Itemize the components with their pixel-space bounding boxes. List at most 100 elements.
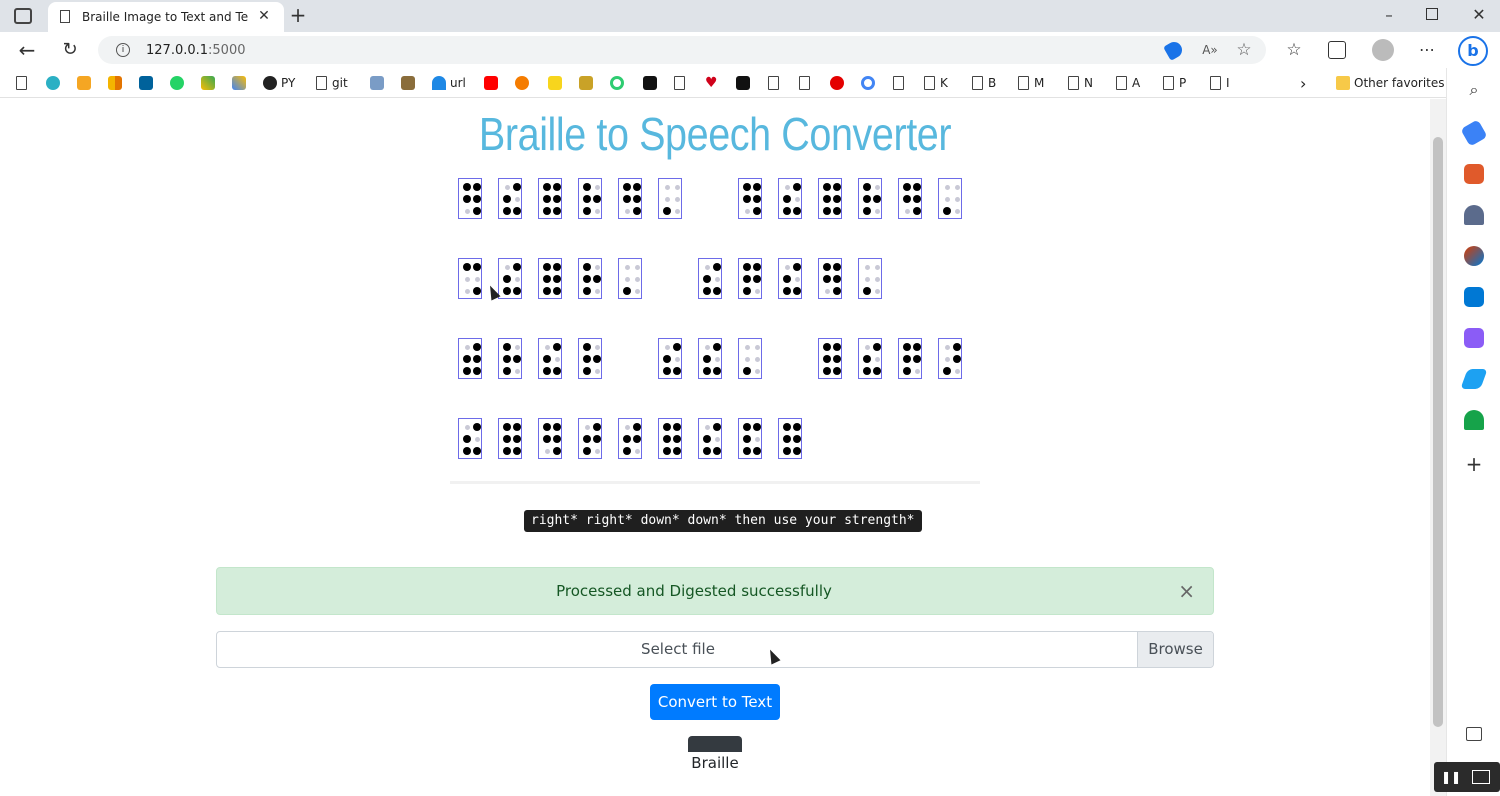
convert-to-text-button[interactable]: Convert to Text [650, 684, 780, 720]
browser-tab[interactable]: Braille Image to Text and Text to ✕ [48, 2, 284, 32]
bookmark[interactable] [401, 74, 419, 92]
bookmark[interactable] [799, 74, 815, 92]
bookmark[interactable] [170, 74, 188, 92]
braille-cell [458, 418, 482, 459]
pause-icon[interactable]: ❚❚ [1441, 768, 1461, 786]
braille-dot [594, 288, 600, 294]
send-icon[interactable] [1460, 369, 1488, 389]
bookmark[interactable] [232, 74, 250, 92]
more-menu-icon[interactable]: ⋯ [1416, 40, 1438, 60]
braille-dot [474, 436, 480, 442]
site-info-icon[interactable]: i [116, 43, 130, 57]
braille-dot [634, 288, 640, 294]
outlook-icon[interactable] [1464, 287, 1484, 307]
scrollbar-thumb[interactable] [1433, 137, 1443, 727]
designer-icon[interactable] [1464, 328, 1484, 348]
braille-dot [594, 344, 600, 350]
braille-dot [583, 447, 591, 455]
close-icon[interactable]: × [1178, 581, 1195, 601]
search-icon[interactable]: ⌕ [1464, 80, 1484, 100]
close-window-icon[interactable]: ✕ [1470, 6, 1488, 24]
bookmark-git[interactable]: git [316, 74, 348, 92]
bookmark-py[interactable]: PY [263, 74, 295, 92]
bookmark-m[interactable]: M [1018, 74, 1044, 92]
bookmark[interactable] [16, 74, 32, 92]
bookmark[interactable] [736, 74, 754, 92]
bookmark[interactable] [46, 74, 64, 92]
braille-dot [513, 207, 521, 215]
browse-button[interactable]: Browse [1137, 632, 1213, 667]
braille-dot [903, 343, 911, 351]
braille-dot [743, 183, 751, 191]
bookmark-url[interactable]: url [432, 74, 466, 92]
bookmark-b[interactable]: B [972, 74, 996, 92]
braille-dot [874, 356, 880, 362]
coupon-icon[interactable] [1163, 39, 1185, 61]
bookmark[interactable] [548, 74, 566, 92]
bookmark[interactable] [484, 74, 502, 92]
bookmark-i[interactable]: I [1210, 74, 1230, 92]
bookmark[interactable] [370, 74, 388, 92]
braille-dot [464, 276, 470, 282]
braille-dot [954, 196, 960, 202]
office-icon[interactable] [1464, 246, 1484, 266]
braille-dot [583, 367, 591, 375]
braille-dot [744, 208, 750, 214]
braille-cell [778, 258, 802, 299]
bookmark-p[interactable]: P [1163, 74, 1186, 92]
url-field[interactable]: i 127.0.0.1:5000 A» ☆ [98, 36, 1266, 64]
chevron-right-icon[interactable]: › [1300, 74, 1306, 93]
bookmark[interactable] [579, 74, 597, 92]
collections-icon[interactable] [1328, 41, 1346, 59]
braille-dot [833, 287, 841, 295]
braille-dot [473, 355, 481, 363]
profile-avatar[interactable] [1372, 39, 1394, 61]
favorites-icon[interactable]: ☆ [1284, 40, 1304, 60]
braille-dot [633, 207, 641, 215]
picture-in-picture-icon[interactable] [1472, 770, 1490, 784]
bookmark[interactable] [643, 74, 661, 92]
scrollbar[interactable] [1430, 99, 1446, 796]
read-aloud-icon[interactable]: A» [1200, 41, 1220, 59]
bookmark[interactable] [108, 74, 126, 92]
close-tab-icon[interactable]: ✕ [256, 8, 272, 24]
bookmark-a[interactable]: A [1116, 74, 1140, 92]
restore-icon[interactable] [1426, 8, 1438, 20]
bookmark[interactable] [515, 74, 533, 92]
braille-dot [633, 435, 641, 443]
bookmark[interactable] [77, 74, 95, 92]
tab-actions-icon[interactable] [14, 8, 32, 24]
bookmark[interactable] [830, 74, 848, 92]
bookmark-k[interactable]: K [924, 74, 948, 92]
minimize-icon[interactable]: – [1380, 6, 1398, 24]
braille-cell [578, 418, 602, 459]
bookmark[interactable] [768, 74, 784, 92]
new-tab-icon[interactable]: + [288, 5, 308, 25]
bookmark[interactable] [139, 74, 157, 92]
tools-icon[interactable] [1464, 164, 1484, 184]
bookmark[interactable] [201, 74, 219, 92]
bookmark[interactable]: ♥ [705, 74, 723, 92]
tooltip-text: Braille [691, 754, 739, 772]
bing-chat-icon[interactable]: b [1458, 36, 1488, 66]
sidebar-toggle-icon[interactable] [1466, 727, 1482, 741]
bookmark-favicon-icon [46, 76, 60, 90]
other-favorites[interactable]: Other favorites [1336, 74, 1445, 92]
play-button[interactable] [688, 736, 742, 752]
braille-cell [938, 178, 962, 219]
braille-dot [593, 275, 601, 283]
bookmark[interactable] [861, 74, 879, 92]
shopping-icon[interactable] [1460, 119, 1488, 147]
tree-icon[interactable] [1464, 410, 1484, 430]
back-icon[interactable]: ← [16, 40, 38, 60]
bookmark[interactable] [893, 74, 909, 92]
bookmark[interactable] [674, 74, 690, 92]
games-icon[interactable] [1464, 205, 1484, 225]
bookmark-n[interactable]: N [1068, 74, 1093, 92]
file-input[interactable]: Select file Browse [216, 631, 1214, 668]
bookmark[interactable] [610, 74, 628, 92]
reload-icon[interactable]: ↻ [60, 40, 80, 60]
page-icon [674, 76, 685, 90]
add-icon[interactable]: + [1464, 454, 1484, 474]
add-favorite-icon[interactable]: ☆ [1234, 40, 1254, 60]
